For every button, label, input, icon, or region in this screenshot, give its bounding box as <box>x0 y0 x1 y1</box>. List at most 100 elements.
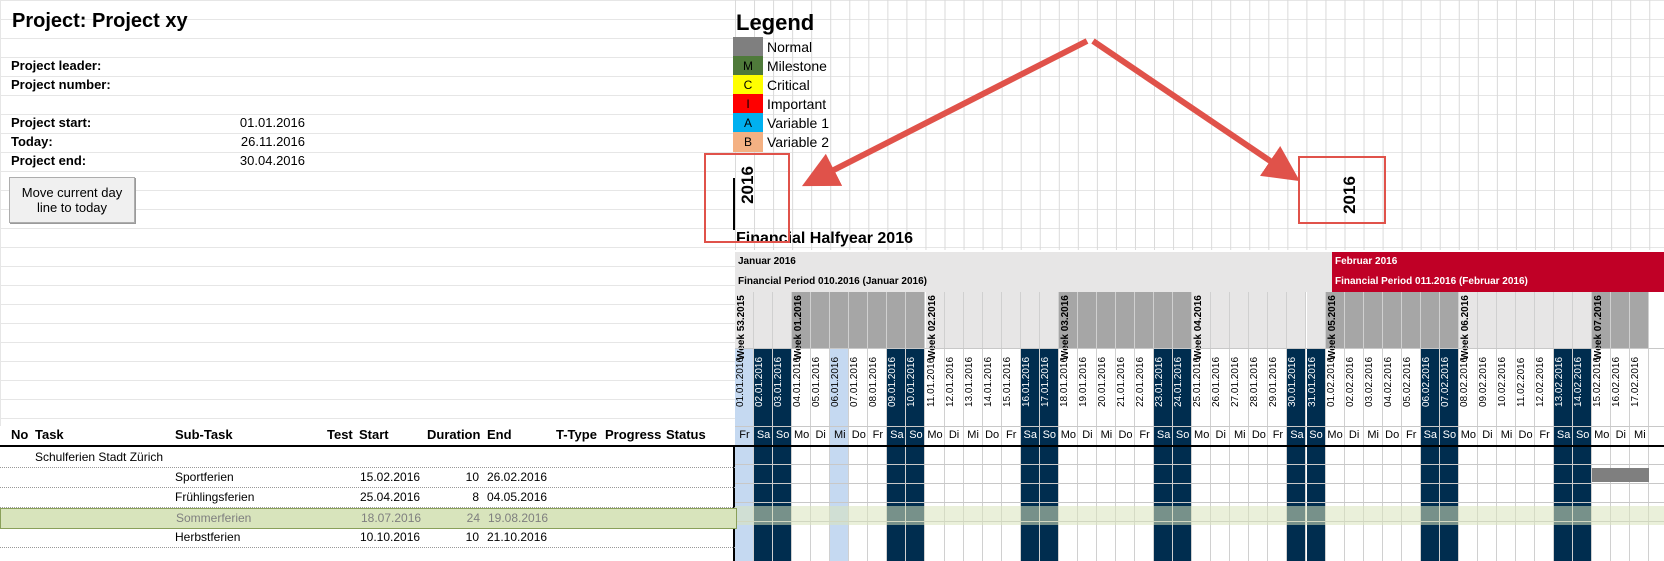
day-label: Di <box>1215 429 1226 441</box>
column-header[interactable]: Task <box>35 426 64 444</box>
date-label: 08.01.2016 <box>868 356 880 407</box>
date-label: 29.01.2016 <box>1268 356 1280 407</box>
column-header[interactable]: Start <box>359 426 389 444</box>
legend-item: I Important <box>733 94 826 114</box>
day-label: So <box>1309 429 1323 441</box>
date-label: 14.02.2016 <box>1573 356 1585 407</box>
project-title: Project: Project xy <box>12 10 188 32</box>
day-label: Mo <box>1060 429 1076 441</box>
day-label: Di <box>948 429 960 441</box>
date-label: 16.01.2016 <box>1020 356 1032 407</box>
day-label: So <box>1575 429 1590 441</box>
table-row[interactable]: Frühlingsferien 25.04.2016 8 04.05.2016 <box>0 488 735 508</box>
timeline-row-line <box>735 502 1664 503</box>
day-label: Sa <box>1290 429 1304 441</box>
financial-period: Financial Period 011.2016 (Februar 2016) <box>1335 276 1528 287</box>
date-label: 04.02.2016 <box>1382 356 1394 407</box>
date-label: 28.01.2016 <box>1249 356 1261 407</box>
column-header[interactable]: Status <box>666 426 706 444</box>
start-cell <box>360 448 430 467</box>
column-header[interactable]: No <box>11 426 28 444</box>
column-header[interactable]: End <box>487 426 512 444</box>
month-name: Januar 2016 <box>738 256 796 267</box>
date-label: 25.01.2016 <box>1192 356 1204 407</box>
date-label: 15.01.2016 <box>1001 356 1013 407</box>
column-header[interactable]: Duration <box>427 426 480 444</box>
project-start-value[interactable]: 01.01.2016 <box>215 115 305 130</box>
gantt-bar-sportferien[interactable] <box>1592 468 1650 482</box>
day-label: Mi <box>1233 429 1246 441</box>
date-label: 31.01.2016 <box>1306 356 1318 407</box>
day-label: Mo <box>927 429 943 441</box>
day-label: Fr <box>1539 429 1550 441</box>
timeline-row-line <box>735 348 1664 349</box>
day-label: Di <box>1482 429 1493 441</box>
day-label: So <box>1042 429 1057 441</box>
day-label: Mi <box>967 429 979 441</box>
day-label: Do <box>1518 429 1533 441</box>
today-label: Today: <box>11 134 53 149</box>
date-label: 13.01.2016 <box>963 356 975 407</box>
date-label: 03.02.2016 <box>1363 356 1375 407</box>
date-label: 24.01.2016 <box>1173 356 1185 407</box>
date-label: 09.02.2016 <box>1477 356 1489 407</box>
date-label: 03.01.2016 <box>773 356 785 407</box>
project-end-value[interactable]: 30.04.2016 <box>215 153 305 168</box>
project-leader-label: Project leader: <box>11 58 102 73</box>
subtask-cell: Herbstferien <box>175 530 241 544</box>
column-header[interactable]: Progress <box>605 426 661 444</box>
legend-item: Normal <box>733 37 812 57</box>
today-value[interactable]: 26.11.2016 <box>215 134 305 149</box>
day-label: Do <box>1118 429 1133 441</box>
month-name: Februar 2016 <box>1335 256 1398 267</box>
duration-cell: 10 <box>465 470 479 484</box>
date-label: 15.02.2016 <box>1592 356 1604 407</box>
table-row[interactable]: Sommerferien 18.07.2016 24 19.08.2016 <box>0 508 737 529</box>
date-label: 05.01.2016 <box>811 356 823 407</box>
table-row[interactable]: Sportferien 15.02.2016 10 26.02.2016 <box>0 468 735 488</box>
column-header[interactable]: T-Type <box>556 426 597 444</box>
date-label: 10.01.2016 <box>906 356 918 407</box>
date-label: 26.01.2016 <box>1211 356 1223 407</box>
date-label: 07.02.2016 <box>1439 356 1451 407</box>
date-label: 11.02.2016 <box>1516 357 1528 407</box>
table-row[interactable]: Schulferien Stadt Zürich <box>0 448 735 468</box>
day-label: Di <box>1082 429 1093 441</box>
date-label: 07.01.2016 <box>849 356 861 407</box>
day-label: So <box>1175 429 1190 441</box>
project-start-label: Project start: <box>11 115 92 130</box>
day-label: Do <box>985 429 1000 441</box>
date-label: 08.02.2016 <box>1458 356 1470 407</box>
end-cell: 19.08.2016 <box>488 511 549 525</box>
date-label: 13.02.2016 <box>1554 356 1566 407</box>
legend-swatch: B <box>733 132 763 152</box>
subtask-cell: Frühlingsferien <box>175 490 255 504</box>
legend-label: Critical <box>767 77 810 93</box>
date-label: 17.01.2016 <box>1039 356 1051 407</box>
move-current-day-button[interactable]: Move current day line to today <box>9 177 135 223</box>
day-label: Mo <box>1194 429 1210 441</box>
date-label: 30.01.2016 <box>1287 356 1299 407</box>
subtask-cell: Sportferien <box>175 470 234 484</box>
end-cell: 21.10.2016 <box>487 530 548 544</box>
date-label: 18.01.2016 <box>1058 356 1070 407</box>
date-label: 04.01.2016 <box>792 356 804 407</box>
day-label: Fr <box>1005 429 1017 441</box>
column-header[interactable]: Sub-Task <box>175 426 233 444</box>
day-label: So <box>1442 429 1457 441</box>
annotation-box-left <box>704 153 790 243</box>
day-label: Sa <box>1156 429 1171 441</box>
column-header[interactable]: Test <box>327 426 353 444</box>
table-row[interactable]: Herbstferien 10.10.2016 10 21.10.2016 <box>0 528 735 548</box>
legend-swatch: I <box>733 94 763 114</box>
start-cell: 25.04.2016 <box>360 490 421 504</box>
day-label: Fr <box>1272 429 1284 441</box>
financial-period: Financial Period 010.2016 (Januar 2016) <box>738 276 927 287</box>
date-label: 20.01.2016 <box>1096 356 1108 407</box>
duration-cell: 10 <box>465 530 479 544</box>
legend-swatch: M <box>733 56 763 76</box>
legend-item: B Variable 2 <box>733 132 829 152</box>
day-label: Fr <box>1139 429 1150 441</box>
date-label: 19.01.2016 <box>1077 356 1089 407</box>
day-label: So <box>775 429 790 441</box>
